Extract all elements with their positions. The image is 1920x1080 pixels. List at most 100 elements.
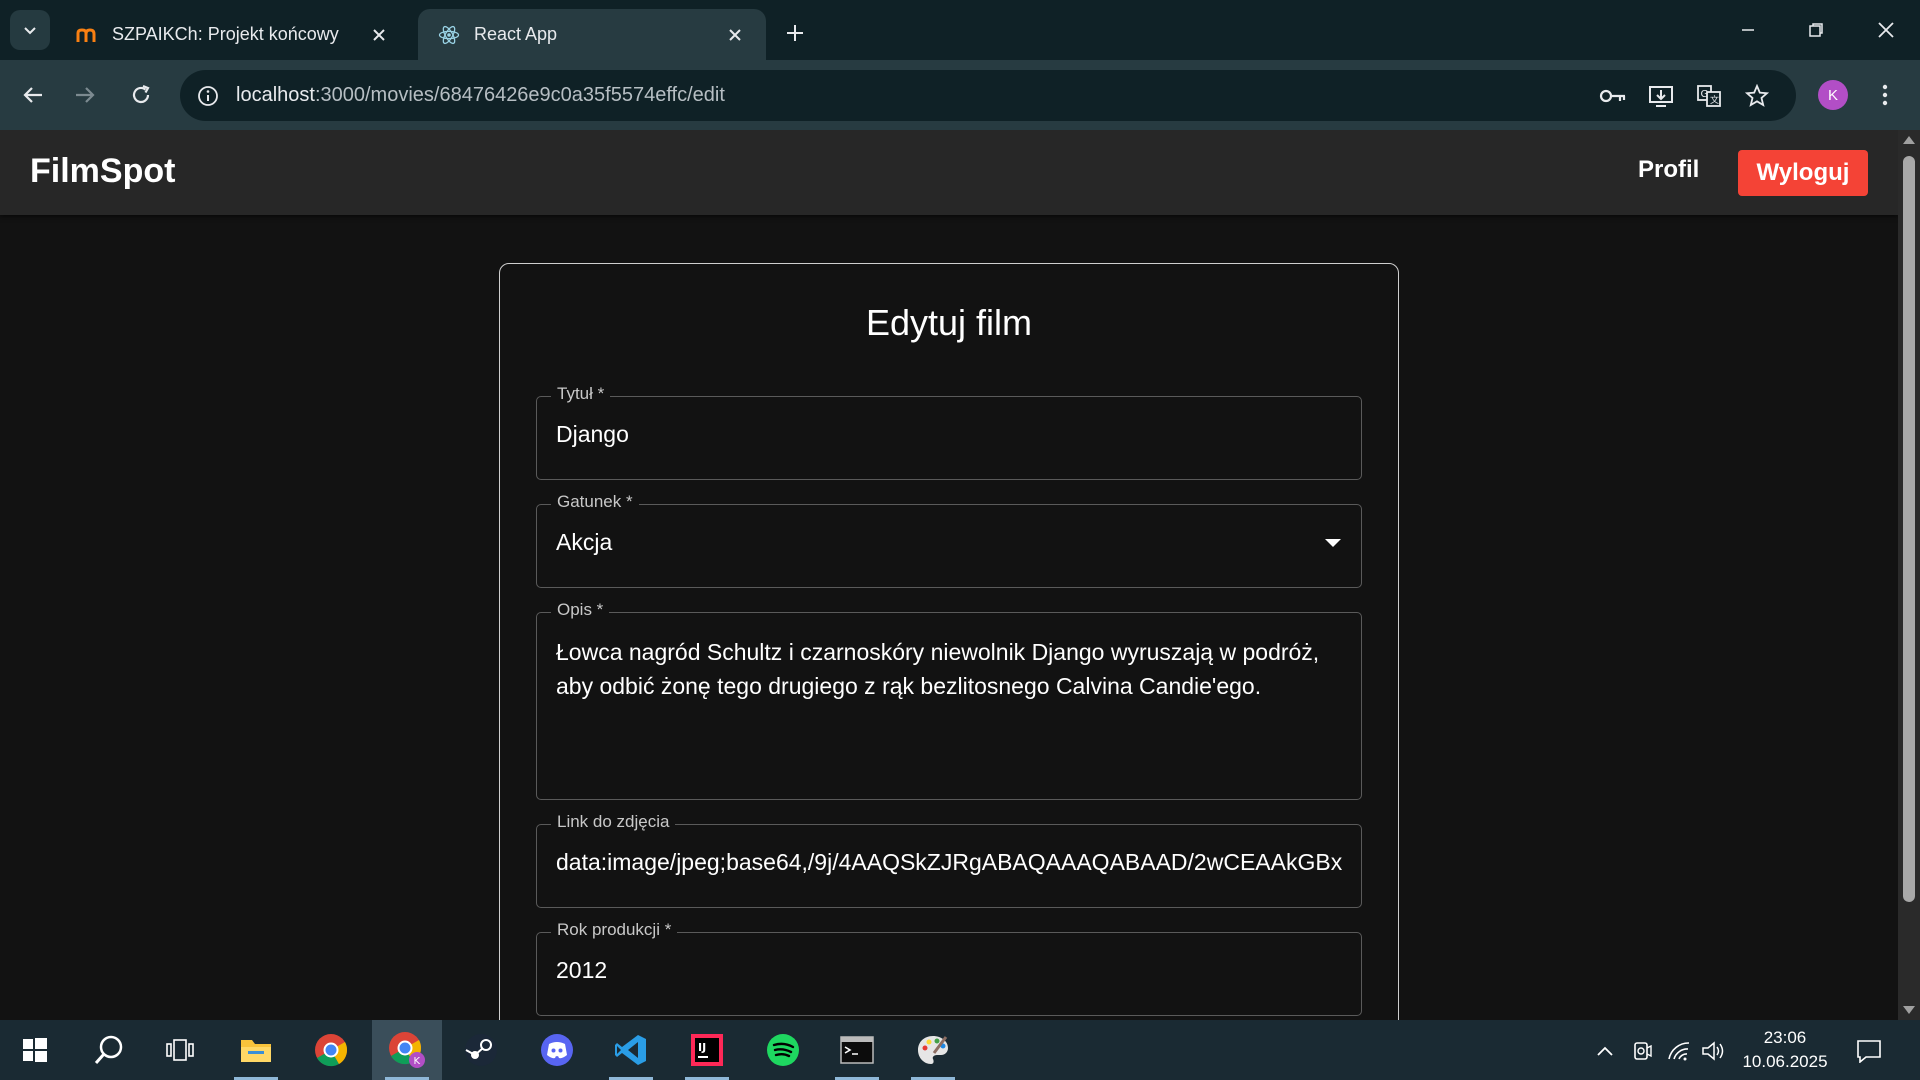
field-label: Rok produkcji * (551, 920, 678, 940)
intellij-button[interactable]: IJ (672, 1020, 742, 1080)
tab-search-button[interactable] (10, 10, 50, 50)
system-clock[interactable]: 23:06 10.06.2025 (1730, 1026, 1840, 1074)
description-textarea[interactable]: Łowca nagród Schultz i czarnoskóry niewo… (556, 635, 1343, 703)
search-button[interactable] (74, 1020, 144, 1080)
discord-button[interactable] (522, 1020, 592, 1080)
page-scrollbar[interactable] (1898, 130, 1920, 1020)
steam-icon (465, 1034, 497, 1066)
year-input[interactable]: 2012 (556, 957, 1343, 984)
tab-title: SZPAIKCh: Projekt końcowy (112, 24, 339, 44)
browser-toolbar: localhost:3000/movies/68476426e9c0a35f55… (0, 60, 1920, 130)
windows-taskbar: K IJ 23:06 10.06.2025 (0, 1020, 1920, 1080)
close-icon (1878, 22, 1894, 38)
bookmark-star-icon[interactable] (1742, 81, 1772, 111)
field-label: Opis * (551, 600, 610, 620)
genre-selected-value[interactable]: Akcja (556, 529, 1343, 556)
browser-tab-bar: SZPAIKCh: Projekt końcowy React App (0, 0, 1920, 60)
title-field[interactable]: Tytuł * Django (536, 384, 1362, 480)
spotify-icon (767, 1034, 799, 1066)
profile-link[interactable]: Profil (1638, 156, 1699, 184)
discord-icon (541, 1034, 573, 1066)
windows-logo-icon (23, 1038, 47, 1062)
paint-button[interactable] (898, 1020, 968, 1080)
restore-button[interactable] (1788, 8, 1844, 52)
brand-logo[interactable]: FilmSpot (30, 152, 175, 191)
moodle-favicon-icon (76, 24, 98, 46)
restore-icon (1809, 23, 1823, 37)
start-button[interactable] (0, 1020, 70, 1080)
reload-button[interactable] (120, 74, 162, 116)
svg-text:文: 文 (1710, 94, 1719, 106)
minimize-icon (1742, 29, 1754, 31)
close-window-button[interactable] (1858, 8, 1914, 52)
image-link-input[interactable]: data:image/jpeg;base64,/9j/4AAQSkZJRgABA… (556, 849, 1343, 876)
clock-date: 10.06.2025 (1742, 1052, 1828, 1071)
meet-now-icon[interactable] (1629, 1038, 1655, 1064)
vscode-icon (615, 1035, 646, 1065)
description-field[interactable]: Opis * Łowca nagród Schultz i czarnoskór… (536, 600, 1362, 800)
spotify-button[interactable] (748, 1020, 818, 1080)
volume-icon[interactable] (1700, 1038, 1726, 1064)
back-button[interactable] (12, 74, 54, 116)
site-info-icon[interactable] (192, 80, 224, 112)
chrome-profile-k-button[interactable]: K (372, 1020, 442, 1080)
new-tab-button[interactable] (778, 16, 812, 50)
field-label: Tytuł * (551, 384, 611, 404)
logout-button[interactable]: Wyloguj (1738, 150, 1868, 196)
file-explorer-button[interactable] (221, 1020, 291, 1080)
task-view-button[interactable] (145, 1020, 215, 1080)
title-input[interactable]: Django (556, 421, 1343, 448)
address-bar[interactable]: localhost:3000/movies/68476426e9c0a35f55… (180, 70, 1796, 121)
profile-avatar[interactable]: K (1818, 80, 1848, 110)
genre-select[interactable]: Gatunek * Akcja (536, 492, 1362, 588)
field-label: Link do zdjęcia (551, 812, 676, 832)
intellij-icon: IJ (691, 1034, 723, 1066)
svg-text:G: G (1701, 89, 1709, 100)
chevron-down-icon (24, 27, 36, 35)
edit-movie-form: Edytuj film Tytuł * Django Gatunek * Akc… (499, 263, 1399, 1020)
arrow-right-icon (76, 87, 95, 103)
minimize-button[interactable] (1720, 8, 1776, 52)
more-vertical-icon (1882, 84, 1888, 106)
browser-menu-button[interactable] (1870, 76, 1900, 114)
field-label: Gatunek * (551, 492, 639, 512)
svg-text:IJ: IJ (698, 1041, 706, 1054)
image-link-field[interactable]: Link do zdjęcia data:image/jpeg;base64,/… (536, 812, 1362, 908)
arrow-left-icon (23, 87, 42, 103)
folder-icon (241, 1040, 271, 1062)
scroll-down-arrow-icon[interactable] (1903, 1006, 1915, 1014)
wifi-icon[interactable] (1666, 1038, 1692, 1064)
search-icon (94, 1035, 123, 1064)
steam-button[interactable] (446, 1020, 516, 1080)
year-field[interactable]: Rok produkcji * 2012 (536, 920, 1362, 1016)
scroll-up-arrow-icon[interactable] (1903, 136, 1915, 144)
clock-time: 23:06 (1763, 1028, 1807, 1047)
forward-button[interactable] (64, 74, 106, 116)
tab-szpaikch[interactable]: SZPAIKCh: Projekt końcowy (56, 9, 410, 60)
scrollbar-thumb[interactable] (1903, 156, 1915, 902)
plus-icon (787, 25, 803, 41)
task-view-icon (166, 1039, 194, 1061)
tab-react-app[interactable]: React App (418, 9, 766, 60)
url-text[interactable]: localhost:3000/movies/68476426e9c0a35f55… (236, 84, 725, 107)
app-bar: FilmSpot Profil Wyloguj (0, 130, 1898, 215)
form-title: Edytuj film (865, 302, 1033, 343)
chrome-icon: K (389, 1032, 425, 1068)
terminal-button[interactable] (822, 1020, 892, 1080)
vscode-button[interactable] (596, 1020, 666, 1080)
notifications-icon[interactable] (1856, 1038, 1882, 1064)
chrome-icon (315, 1034, 348, 1067)
page-content: FilmSpot Profil Wyloguj Edytuj film Tytu… (0, 130, 1898, 1020)
react-favicon-icon (438, 24, 460, 46)
chrome-button[interactable] (296, 1020, 366, 1080)
dropdown-arrow-icon[interactable] (1325, 539, 1341, 547)
close-icon[interactable] (368, 24, 390, 46)
paint-palette-icon (918, 1036, 948, 1064)
password-key-icon[interactable] (1598, 81, 1628, 111)
show-hidden-icons-chevron-up-icon[interactable] (1592, 1038, 1618, 1064)
close-icon[interactable] (724, 24, 746, 46)
translate-icon[interactable]: G文 (1694, 81, 1724, 111)
reload-icon (132, 84, 150, 104)
tab-title: React App (474, 24, 558, 44)
install-app-icon[interactable] (1646, 81, 1676, 111)
